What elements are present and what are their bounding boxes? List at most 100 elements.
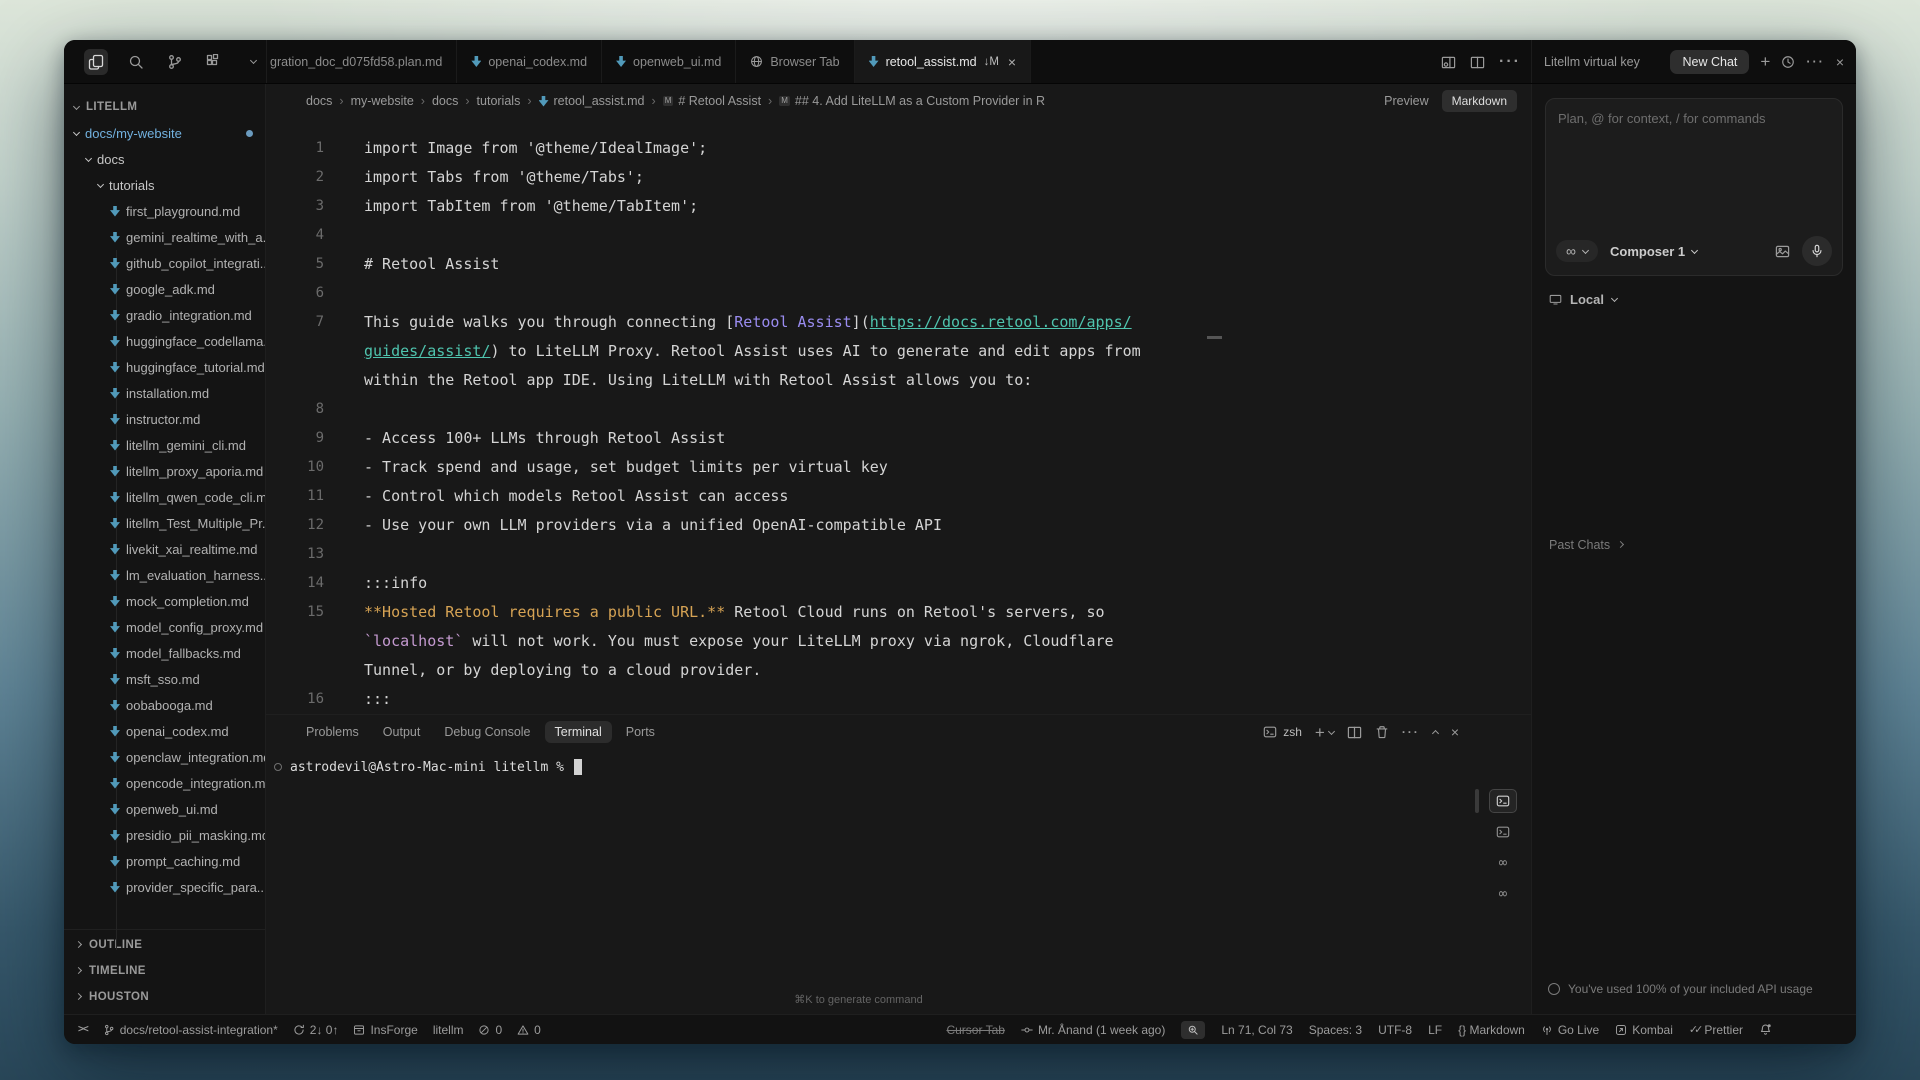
tree-item-file[interactable]: provider_specific_para... — [64, 874, 265, 900]
close-icon[interactable]: × — [1008, 54, 1016, 70]
tree-item-folder[interactable]: docs — [64, 146, 265, 172]
status-ln-71-col-73[interactable]: Ln 71, Col 73 — [1221, 1023, 1292, 1037]
environment-selector[interactable]: Local — [1545, 292, 1843, 307]
model-selector[interactable]: ∞ — [1556, 240, 1598, 262]
history-icon[interactable] — [1781, 55, 1795, 69]
terminal-session-icon[interactable] — [1489, 820, 1517, 844]
status-zoom-icon[interactable] — [1181, 1021, 1205, 1039]
panel-tab-ports[interactable]: Ports — [616, 721, 665, 743]
past-chats[interactable]: Past Chats — [1549, 538, 1623, 552]
tree-item-folder[interactable]: tutorials — [64, 172, 265, 198]
breadcrumb-item[interactable]: my-website — [351, 94, 414, 108]
status-0[interactable]: 0 — [478, 1023, 502, 1037]
tree-item-file[interactable]: oobabooga.md — [64, 692, 265, 718]
editor[interactable]: 1import Image from '@theme/IdealImage';2… — [266, 118, 1531, 714]
status-insforge[interactable]: InsForge — [353, 1023, 417, 1037]
tree-item-file[interactable]: presidio_pii_masking.md — [64, 822, 265, 848]
background-agent-icon[interactable]: ∞ — [1489, 882, 1517, 906]
editor-tab[interactable]: Browser Tab — [736, 40, 854, 83]
open-preview-icon[interactable] — [1441, 55, 1456, 70]
panel-more-icon[interactable]: ··· — [1806, 55, 1825, 69]
breadcrumb-item[interactable]: retool_assist.md — [539, 94, 645, 108]
status-utf-8[interactable]: UTF-8 — [1378, 1023, 1412, 1037]
tree-item-file[interactable]: github_copilot_integrati... — [64, 250, 265, 276]
tree-item-file[interactable]: huggingface_codellama... — [64, 328, 265, 354]
tree-item-file[interactable]: mock_completion.md — [64, 588, 265, 614]
tree-item-file[interactable]: litellm_gemini_cli.md — [64, 432, 265, 458]
terminal-more-icon[interactable]: ··· — [1402, 725, 1420, 739]
chat-input-card[interactable]: Plan, @ for context, / for commands ∞ Co… — [1545, 98, 1843, 276]
tree-item-file[interactable]: litellm_Test_Multiple_Pr... — [64, 510, 265, 536]
sidebar-section-houston[interactable]: HOUSTON — [64, 984, 265, 1010]
editor-tab[interactable]: gration_doc_d075fd58.plan.md — [267, 40, 457, 83]
search-icon[interactable] — [123, 49, 147, 75]
close-panel-icon[interactable]: × — [1451, 724, 1459, 740]
mic-button[interactable] — [1802, 236, 1832, 266]
status-0[interactable]: 0 — [517, 1023, 541, 1037]
shell-session[interactable]: zsh — [1263, 725, 1302, 739]
explorer-section-header[interactable]: LITELLM — [64, 94, 265, 120]
tree-item-file[interactable]: first_playground.md — [64, 198, 265, 224]
panel-tab-problems[interactable]: Problems — [296, 721, 369, 743]
tree-item-file[interactable]: model_fallbacks.md — [64, 640, 265, 666]
attach-image-icon[interactable] — [1775, 244, 1790, 259]
panel-tab-output[interactable]: Output — [373, 721, 431, 743]
status-docs-retool-assist-integration[interactable]: docs/retool-assist-integration* — [103, 1023, 278, 1037]
breadcrumb-item[interactable]: docs — [306, 94, 332, 108]
tree-item-file[interactable]: instructor.md — [64, 406, 265, 432]
tree-item-file[interactable]: huggingface_tutorial.md — [64, 354, 265, 380]
new-chat-button[interactable]: New Chat — [1670, 50, 1749, 74]
tree-item-file[interactable]: lm_evaluation_harness.... — [64, 562, 265, 588]
status-cursor-tab[interactable]: Cursor Tab — [946, 1023, 1004, 1037]
tree-item-folder[interactable]: docs/my-website — [64, 120, 265, 146]
sidebar-section-outline[interactable]: OUTLINE — [64, 932, 265, 958]
editor-tab[interactable]: openweb_ui.md — [602, 40, 736, 83]
status-prettier[interactable]: ✓✓Prettier — [1689, 1023, 1743, 1037]
editor-tab[interactable]: openai_codex.md — [457, 40, 602, 83]
status-remote-icon[interactable]: >< — [78, 1024, 88, 1035]
close-panel-icon[interactable]: × — [1836, 54, 1844, 70]
breadcrumb-item[interactable]: tutorials — [477, 94, 521, 108]
tree-item-file[interactable]: opencode_integration.md — [64, 770, 265, 796]
tree-item-file[interactable]: openclaw_integration.md — [64, 744, 265, 770]
new-tab-icon[interactable]: + — [1760, 53, 1770, 70]
split-editor-icon[interactable] — [1470, 55, 1485, 70]
editor-tab[interactable]: retool_assist.md↓M× — [855, 40, 1032, 83]
tree-item-file[interactable]: openweb_ui.md — [64, 796, 265, 822]
status-2-0[interactable]: 2↓ 0↑ — [293, 1023, 339, 1037]
breadcrumb-item[interactable]: M## 4. Add LiteLLM as a Custom Provider … — [779, 94, 1045, 108]
chevron-down-icon[interactable] — [242, 49, 266, 75]
preview-toggle[interactable]: Preview — [1384, 94, 1428, 108]
mode-selector[interactable]: Composer 1 — [1610, 244, 1697, 259]
split-terminal-icon[interactable] — [1347, 725, 1362, 740]
status-spaces-3[interactable]: Spaces: 3 — [1309, 1023, 1362, 1037]
status-litellm[interactable]: litellm — [433, 1023, 464, 1037]
kill-terminal-icon[interactable] — [1375, 725, 1389, 739]
tree-item-file[interactable]: litellm_qwen_code_cli.md — [64, 484, 265, 510]
status-lf[interactable]: LF — [1428, 1023, 1442, 1037]
panel-tab-terminal[interactable]: Terminal — [545, 721, 612, 743]
scrollbar-thumb[interactable] — [1207, 336, 1222, 339]
tree-item-file[interactable]: installation.md — [64, 380, 265, 406]
tree-item-file[interactable]: litellm_proxy_aporia.md — [64, 458, 265, 484]
tree-item-file[interactable]: livekit_xai_realtime.md — [64, 536, 265, 562]
tree-item-file[interactable]: msft_sso.md — [64, 666, 265, 692]
more-actions-icon[interactable]: ··· — [1499, 53, 1521, 71]
terminal-scrollbar[interactable] — [1475, 789, 1479, 813]
tree-item-file[interactable]: model_config_proxy.md — [64, 614, 265, 640]
extensions-icon[interactable] — [202, 49, 226, 75]
markdown-mode-toggle[interactable]: Markdown — [1442, 90, 1517, 112]
source-control-icon[interactable] — [163, 49, 187, 75]
maximize-panel-icon[interactable] — [1432, 730, 1439, 737]
breadcrumb-item[interactable]: docs — [432, 94, 458, 108]
tree-item-file[interactable]: gemini_realtime_with_a... — [64, 224, 265, 250]
status-mr-nand-1-week-ago[interactable]: Mr. Ånand (1 week ago) — [1021, 1023, 1165, 1037]
tree-item-file[interactable]: prompt_caching.md — [64, 848, 265, 874]
files-icon[interactable] — [84, 49, 108, 75]
status-bell-icon[interactable] — [1759, 1023, 1772, 1036]
sidebar-section-timeline[interactable]: TIMELINE — [64, 958, 265, 984]
terminal-viewport[interactable]: astrodevil@Astro-Mac-mini litellm % ⌘K t… — [266, 749, 1531, 1014]
breadcrumb-item[interactable]: M# Retool Assist — [663, 94, 761, 108]
tree-item-file[interactable]: gradio_integration.md — [64, 302, 265, 328]
panel-tab-debug-console[interactable]: Debug Console — [434, 721, 540, 743]
